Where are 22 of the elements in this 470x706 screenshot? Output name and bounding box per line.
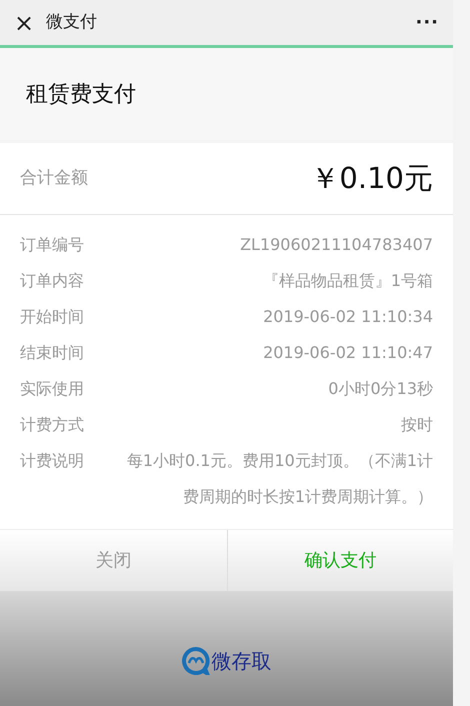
detail-label: 订单编号 [20, 234, 85, 256]
more-button[interactable]: ··· [415, 9, 439, 36]
detail-label: 开始时间 [20, 306, 85, 328]
detail-value: 每1小时0.1元。费用10元封顶。（不满1计费周期的时长按1计费周期计算。） [126, 450, 433, 508]
total-amount: ￥0.10元 [310, 160, 433, 197]
brand-name: 微存取 [212, 648, 272, 675]
detail-value: 『样品物品租赁』1号箱 [262, 270, 433, 292]
detail-value: 2019-06-02 11:10:47 [262, 342, 433, 364]
close-button[interactable]: × [14, 10, 34, 34]
detail-value: ZL19060211104783407 [239, 234, 433, 256]
detail-label: 实际使用 [20, 378, 85, 400]
detail-value: 按时 [400, 414, 433, 436]
detail-label: 计费方式 [20, 414, 85, 436]
logo-icon [182, 647, 210, 675]
detail-label: 订单内容 [20, 270, 85, 292]
page-title: 租赁费支付 [26, 80, 136, 108]
window-title: 微支付 [46, 10, 97, 34]
detail-label: 计费说明 [20, 450, 85, 472]
total-label: 合计金额 [20, 166, 88, 190]
detail-value: 2019-06-02 11:10:34 [262, 306, 433, 328]
detail-value: 0小时0分13秒 [327, 378, 433, 400]
detail-label: 结束时间 [20, 342, 85, 364]
